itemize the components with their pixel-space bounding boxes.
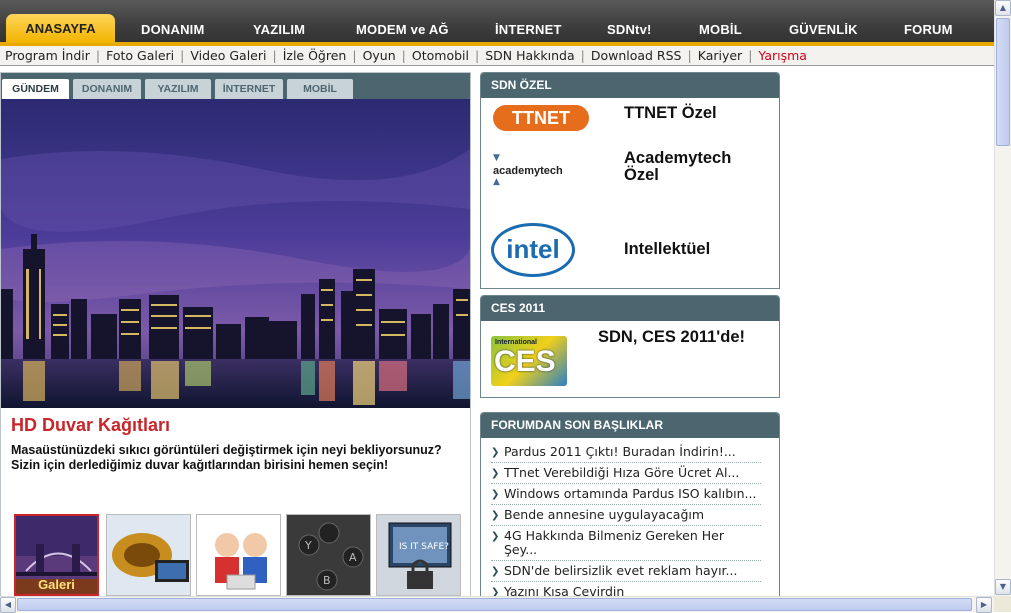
svg-text:B: B — [323, 574, 331, 587]
list-item[interactable]: ❯ Bende annesine uygulayacağım — [491, 505, 761, 526]
academytech-logo[interactable]: academytech — [493, 165, 563, 177]
intel-link[interactable]: Intellektüel — [624, 241, 710, 258]
svg-text:A: A — [349, 551, 357, 564]
arrow-icon: ❯ — [491, 566, 500, 577]
featured-tabbar: GÜNDEM DONANIM YAZILIM İNTERNET MOBİL — [1, 73, 470, 99]
subnav-link-sdn-hakkinda[interactable]: SDN Hakkında — [485, 48, 574, 63]
list-item[interactable]: ❯ Pardus 2011 Çıktı! Buradan İndirin!... — [491, 442, 761, 463]
ces-link[interactable]: SDN, CES 2011'de! — [598, 329, 745, 346]
nav-tab-donanim[interactable]: DONANIM — [141, 22, 205, 37]
sub-navigation: Program İndir | Foto Galeri | Video Galeri | İ… — [0, 46, 994, 66]
separator: | — [180, 48, 185, 63]
thumb-cartoon[interactable] — [196, 514, 281, 596]
tab-gundem[interactable]: GÜNDEM — [2, 79, 69, 99]
nav-tab-guvenlik[interactable]: GÜVENLİK — [789, 22, 858, 37]
sdn-ozel-box: SDN ÖZEL TTNET TTNET Özel ▼ academytech … — [480, 72, 780, 289]
list-item[interactable]: ❯ TTnet Verebildiği Hıza Göre Ücret Al... — [491, 463, 761, 484]
ces-header: CES 2011 — [481, 296, 779, 321]
forum-header: FORUMDAN SON BAŞLIKLAR — [481, 413, 779, 438]
subnav-link-foto-galeri[interactable]: Foto Galeri — [106, 48, 174, 63]
ces-box: CES 2011 International CES SDN, CES 2011… — [480, 295, 780, 398]
tab-internet[interactable]: İNTERNET — [215, 79, 283, 99]
thumb-galeri-label: Galeri — [38, 577, 75, 592]
nav-tab-internet[interactable]: İNTERNET — [495, 22, 562, 37]
ttnet-logo[interactable]: TTNET — [493, 105, 589, 131]
subnav-link-download-rss[interactable]: Download RSS — [591, 48, 682, 63]
arrow-icon: ❯ — [491, 468, 500, 479]
forum-box: FORUMDAN SON BAŞLIKLAR ❯ Pardus 2011 Çıkt… — [480, 412, 780, 596]
thumb-galeri[interactable]: Galeri — [14, 514, 99, 596]
separator: | — [474, 48, 480, 63]
featured-description: Masaüstünüzdeki sıkıcı görüntüleri değiş… — [11, 443, 442, 472]
vertical-scrollbar[interactable]: ▲ ▼ — [994, 0, 1011, 596]
subnav-link-otomobil[interactable]: Otomobil — [412, 48, 469, 63]
subnav-link-program-indir[interactable]: Program İndir — [5, 48, 90, 63]
nav-tab-anasayfa[interactable]: ANASAYFA — [6, 14, 115, 43]
separator: | — [401, 48, 406, 63]
page-viewport: ANASAYFA DONANIM YAZILIM MODEM ve AĞ İNT… — [0, 0, 994, 596]
nav-tab-mobil[interactable]: MOBİL — [699, 22, 742, 37]
scroll-thumb-horizontal[interactable] — [17, 598, 972, 611]
list-item[interactable]: ❯ Windows ortamında Pardus ISO kalıbın... — [491, 484, 761, 505]
triangle-up-icon: ▼ — [493, 153, 500, 163]
arrow-icon: ❯ — [491, 531, 500, 542]
main-navigation: ANASAYFA DONANIM YAZILIM MODEM ve AĞ İNT… — [0, 0, 994, 46]
sdn-ozel-header: SDN ÖZEL — [481, 73, 779, 98]
scroll-down-button[interactable]: ▼ — [995, 579, 1011, 595]
nav-tab-yazilim[interactable]: YAZILIM — [253, 22, 305, 37]
separator: | — [272, 48, 277, 63]
list-item[interactable]: ❯ SDN'de belirsizlik evet reklam hayır... — [491, 561, 761, 582]
scroll-right-button[interactable]: ▶ — [976, 597, 992, 613]
subnav-link-izle-ogren[interactable]: İzle Öğren — [283, 48, 347, 63]
intel-logo[interactable]: intel — [491, 223, 575, 277]
devices-image — [107, 515, 190, 595]
nav-tab-forum[interactable]: FORUM — [904, 22, 953, 37]
ces-logo-text: CES — [494, 345, 556, 378]
forum-list: ❯ Pardus 2011 Çıktı! Buradan İndirin!... … — [481, 438, 779, 596]
horizontal-scrollbar[interactable]: ◀ ▶ — [0, 596, 994, 613]
separator: | — [95, 48, 101, 63]
security-image: IS IT SAFE? — [377, 515, 460, 595]
separator: | — [687, 48, 692, 63]
hero-image[interactable] — [1, 99, 470, 408]
arrow-icon: ❯ — [491, 489, 500, 500]
academytech-link[interactable]: Academytech Özel — [624, 150, 764, 184]
subnav-link-kariyer[interactable]: Kariyer — [698, 48, 742, 63]
arrow-icon: ❯ — [491, 447, 500, 458]
subnav-link-video-galeri[interactable]: Video Galeri — [190, 48, 266, 63]
ces-logo[interactable]: International CES — [491, 336, 567, 386]
arrow-icon: ❯ — [491, 587, 500, 596]
subnav-link-oyun[interactable]: Oyun — [363, 48, 396, 63]
svg-text:Y: Y — [304, 539, 312, 552]
scrollbar-corner — [994, 596, 1011, 612]
featured-panel: GÜNDEM DONANIM YAZILIM İNTERNET MOBİL HD… — [0, 72, 471, 596]
separator: | — [580, 48, 585, 63]
thumb-devices[interactable] — [106, 514, 191, 596]
tab-yazilim[interactable]: YAZILIM — [145, 79, 211, 99]
cartoon-image — [197, 515, 280, 595]
tab-mobil[interactable]: MOBİL — [287, 79, 353, 99]
arrow-icon: ❯ — [491, 510, 500, 521]
thumb-gamepad[interactable]: Y A B — [286, 514, 371, 596]
triangle-down-icon: ▲ — [493, 177, 500, 187]
scroll-up-button[interactable]: ▲ — [995, 0, 1011, 16]
svg-text:IS IT SAFE?: IS IT SAFE? — [399, 542, 449, 552]
featured-title[interactable]: HD Duvar Kağıtları — [11, 415, 170, 436]
thumb-security[interactable]: IS IT SAFE? — [376, 514, 461, 596]
list-item[interactable]: ❯ Yazını Kısa Çevirdin — [491, 582, 761, 597]
subnav-link-yarisma[interactable]: Yarışma — [758, 48, 807, 63]
nav-tab-modem[interactable]: MODEM ve AĞ — [356, 22, 449, 37]
list-item[interactable]: ❯ 4G Hakkında Bilmeniz Gereken Her Şey... — [491, 526, 761, 561]
ttnet-link[interactable]: TTNET Özel — [624, 105, 717, 122]
scroll-left-button[interactable]: ◀ — [0, 597, 16, 613]
gamepad-image: Y A B — [287, 515, 370, 595]
nav-tab-sdntv[interactable]: SDNtv! — [607, 22, 652, 37]
scroll-thumb[interactable] — [996, 18, 1010, 146]
separator: | — [748, 48, 753, 63]
city-skyline-image — [1, 99, 470, 408]
separator: | — [352, 48, 357, 63]
tab-donanim[interactable]: DONANIM — [73, 79, 141, 99]
